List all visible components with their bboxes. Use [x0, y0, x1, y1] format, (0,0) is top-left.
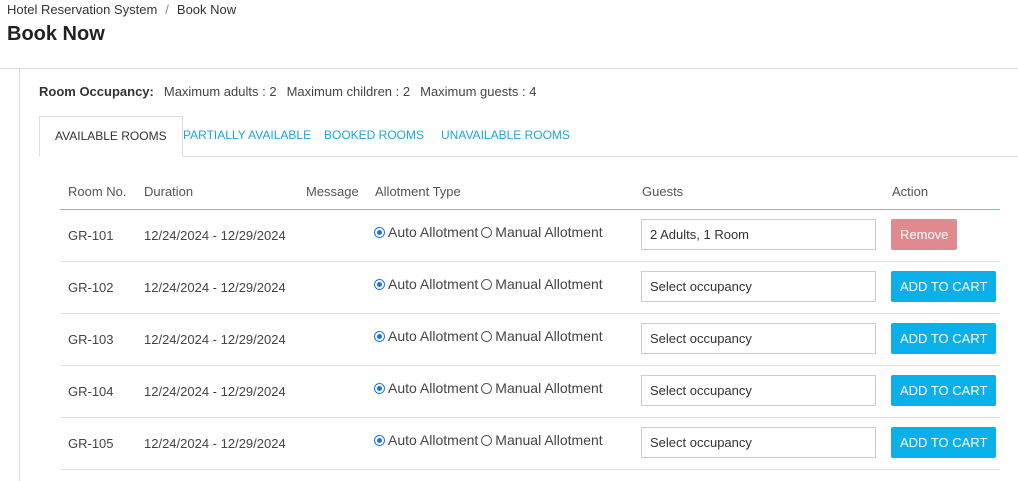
allotment-options: Auto Allotment Manual Allotment: [374, 224, 606, 240]
guests-select[interactable]: 2 Adults, 1 Room: [641, 219, 876, 250]
room-number: GR-101: [68, 228, 114, 243]
content-left-border: [19, 69, 20, 481]
room-duration: 12/24/2024 - 12/29/2024: [144, 228, 286, 243]
allotment-options: Auto Allotment Manual Allotment: [374, 276, 606, 292]
room-number: GR-103: [68, 332, 114, 347]
auto-allotment-label: Auto Allotment: [388, 432, 479, 448]
room-duration: 12/24/2024 - 12/29/2024: [144, 332, 286, 347]
room-duration: 12/24/2024 - 12/29/2024: [144, 280, 286, 295]
tab-booked-rooms[interactable]: BOOKED ROOMS: [324, 116, 424, 156]
header-allotment-type: Allotment Type: [375, 184, 461, 199]
table-header: Room No. Duration Message Allotment Type…: [60, 176, 1000, 210]
max-children: Maximum children : 2: [286, 84, 411, 99]
room-number: GR-105: [68, 436, 114, 451]
room-duration: 12/24/2024 - 12/29/2024: [144, 436, 286, 451]
manual-allotment-radio[interactable]: [481, 330, 493, 342]
auto-allotment-label: Auto Allotment: [388, 328, 479, 344]
breadcrumb-separator: /: [165, 2, 169, 17]
header-duration: Duration: [144, 184, 194, 199]
table-row: GR-105 12/24/2024 - 12/29/2024 Auto Allo…: [60, 418, 1000, 470]
allotment-options: Auto Allotment Manual Allotment: [374, 380, 606, 396]
rooms-table: Room No. Duration Message Allotment Type…: [60, 176, 1000, 470]
guests-select[interactable]: Select occupancy: [641, 375, 876, 406]
header-room-no: Room No.: [68, 184, 127, 199]
tab-available-rooms[interactable]: AVAILABLE ROOMS: [39, 116, 183, 157]
room-number: GR-102: [68, 280, 114, 295]
auto-allotment-radio[interactable]: [374, 382, 385, 394]
manual-allotment-radio[interactable]: [481, 226, 493, 238]
manual-allotment-radio[interactable]: [481, 278, 493, 290]
auto-allotment-radio[interactable]: [374, 330, 385, 342]
table-row: GR-104 12/24/2024 - 12/29/2024 Auto Allo…: [60, 366, 1000, 418]
table-row: GR-103 12/24/2024 - 12/29/2024 Auto Allo…: [60, 314, 1000, 366]
table-row: GR-102 12/24/2024 - 12/29/2024 Auto Allo…: [60, 262, 1000, 314]
table-row: GR-101 12/24/2024 - 12/29/2024 Auto Allo…: [60, 210, 1000, 262]
auto-allotment-radio[interactable]: [374, 434, 385, 446]
breadcrumb: Hotel Reservation System / Book Now: [7, 2, 236, 17]
auto-allotment-radio[interactable]: [374, 226, 385, 238]
auto-allotment-label: Auto Allotment: [388, 224, 479, 240]
auto-allotment-label: Auto Allotment: [388, 380, 479, 396]
tab-partially-available[interactable]: PARTIALLY AVAILABLE: [183, 116, 311, 156]
header-divider: [0, 68, 1018, 69]
auto-allotment-radio[interactable]: [374, 278, 385, 290]
room-tabs: AVAILABLE ROOMS PARTIALLY AVAILABLE BOOK…: [39, 116, 1018, 157]
manual-allotment-label: Manual Allotment: [495, 328, 603, 344]
add-to-cart-button[interactable]: ADD TO CART: [891, 271, 997, 302]
manual-allotment-radio[interactable]: [481, 434, 493, 446]
allotment-options: Auto Allotment Manual Allotment: [374, 328, 606, 344]
header-message: Message: [306, 184, 359, 199]
guests-select[interactable]: Select occupancy: [641, 271, 876, 302]
room-duration: 12/24/2024 - 12/29/2024: [144, 384, 286, 399]
manual-allotment-label: Manual Allotment: [495, 380, 603, 396]
allotment-options: Auto Allotment Manual Allotment: [374, 432, 606, 448]
remove-button[interactable]: Remove: [891, 219, 958, 250]
auto-allotment-label: Auto Allotment: [388, 276, 479, 292]
add-to-cart-button[interactable]: ADD TO CART: [891, 375, 997, 406]
max-adults: Maximum adults : 2: [163, 84, 277, 99]
max-guests: Maximum guests : 4: [420, 84, 537, 99]
manual-allotment-radio[interactable]: [481, 382, 493, 394]
breadcrumb-current: Book Now: [176, 2, 237, 17]
manual-allotment-label: Manual Allotment: [495, 276, 603, 292]
occupancy-label: Room Occupancy:: [39, 84, 154, 99]
header-guests: Guests: [642, 184, 684, 199]
tab-unavailable-rooms[interactable]: UNAVAILABLE ROOMS: [441, 116, 570, 156]
add-to-cart-button[interactable]: ADD TO CART: [891, 323, 997, 354]
add-to-cart-button[interactable]: ADD TO CART: [891, 427, 997, 458]
header-action: Action: [892, 184, 929, 199]
guests-select[interactable]: Select occupancy: [641, 323, 876, 354]
manual-allotment-label: Manual Allotment: [495, 432, 603, 448]
breadcrumb-root-link[interactable]: Hotel Reservation System: [7, 2, 157, 17]
guests-select[interactable]: Select occupancy: [641, 427, 876, 458]
room-occupancy-info: Room Occupancy: Maximum adults : 2 Maximum…: [39, 84, 546, 99]
manual-allotment-label: Manual Allotment: [495, 224, 603, 240]
page-title: Book Now: [7, 23, 105, 45]
room-number: GR-104: [68, 384, 114, 399]
